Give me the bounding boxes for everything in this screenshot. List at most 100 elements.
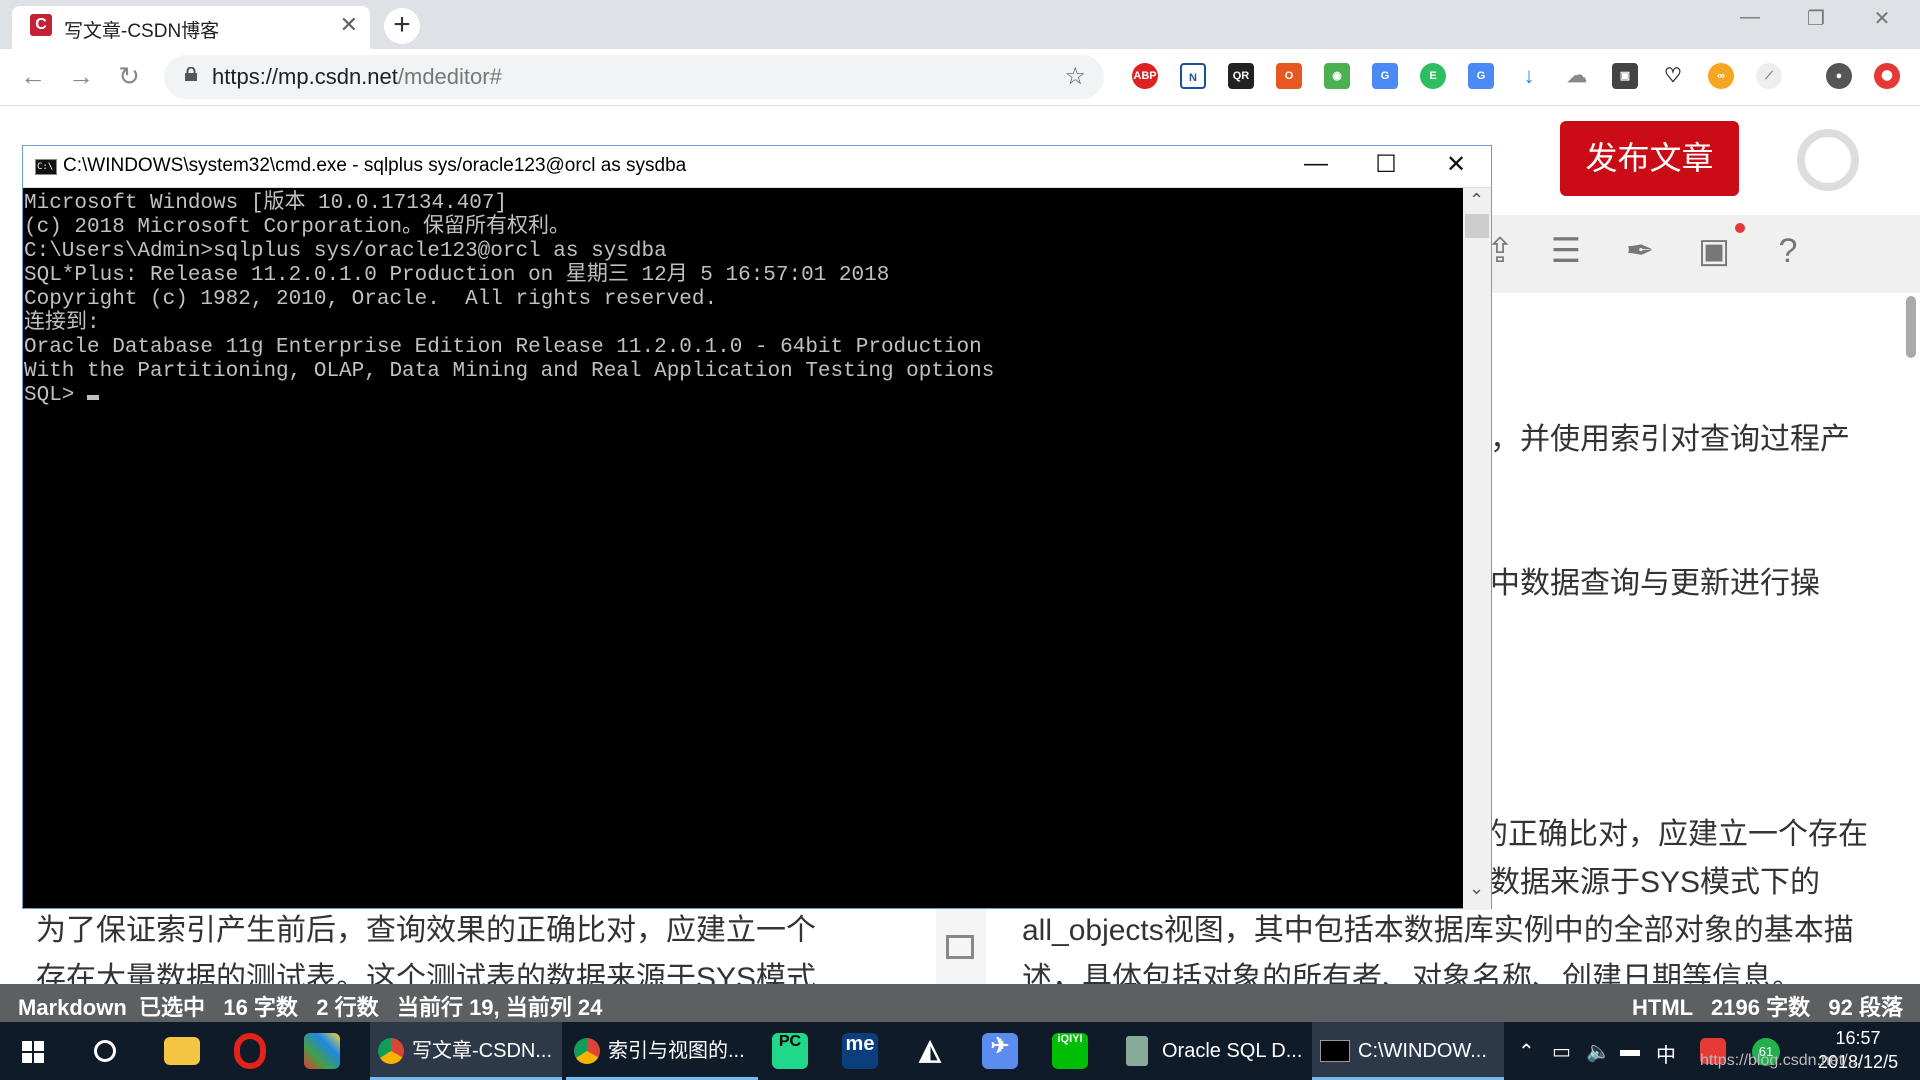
cmd-scrollbar[interactable]: ⌃ ⌄ (1463, 188, 1491, 910)
sql-prompt: SQL> (24, 384, 88, 407)
download-icon[interactable]: ↓ (1516, 63, 1542, 89)
taskbar-app-chrome-csdn[interactable]: 写文章-CSDN... (370, 1022, 562, 1080)
tray-overflow-chevron-icon[interactable]: ⌃ (1518, 1039, 1535, 1064)
editor-toolbar: ⇪ ☰ ✒ ▣ ? (1470, 215, 1920, 293)
help-icon[interactable]: ? (1766, 229, 1810, 273)
cmd-window[interactable]: C:\ C:\WINDOWS\system32\cmd.exe - sqlplu… (22, 145, 1492, 910)
unsaved-dot (1735, 223, 1745, 233)
new-tab-button[interactable]: + (384, 8, 420, 44)
forward-button[interactable]: → (64, 61, 98, 92)
extension-icon[interactable]: ⟋ (1756, 63, 1782, 89)
clock-time: 16:57 (1835, 1028, 1881, 1048)
scroll-down-arrow-icon[interactable]: ⌄ (1469, 878, 1484, 899)
onenote-clipper-icon[interactable]: N (1180, 63, 1206, 89)
preview-text-line: 数据来源于SYS模式下的 (1490, 866, 1821, 899)
screenshot-icon[interactable]: ▣ (1612, 63, 1638, 89)
cmd-taskbar-icon (1320, 1040, 1350, 1062)
address-bar[interactable]: https://mp.csdn.net/mdeditor# ☆ (164, 55, 1104, 99)
cmd-close-button[interactable]: ✕ (1421, 150, 1491, 179)
evernote-icon[interactable]: E (1420, 63, 1446, 89)
color-picker-icon[interactable]: ◉ (1324, 63, 1350, 89)
back-button[interactable]: ← (16, 61, 50, 92)
reload-button[interactable]: ↻ (112, 61, 146, 92)
google-translate-icon[interactable]: G (1372, 63, 1398, 89)
taskbar-app-label: 写文章-CSDN... (412, 1040, 552, 1062)
browser-tab-active[interactable]: C 写文章-CSDN博客 ✕ (12, 6, 370, 49)
volume-icon[interactable]: 🔈 (1586, 1039, 1611, 1064)
cmd-maximize-button[interactable]: ☐ (1351, 150, 1421, 179)
dingtalk-icon[interactable]: ✈ (982, 1033, 1018, 1069)
office-icon[interactable]: O (1276, 63, 1302, 89)
taskbar-app-label: C:\WINDOW... (1358, 1040, 1487, 1062)
url-text: https://mp.csdn.net/mdeditor# (212, 64, 502, 90)
status-right: HTML 2196 字数 92 段落 (1632, 995, 1904, 1020)
browser-minimize-button[interactable]: — (1720, 6, 1780, 29)
browser-tab-strip: C 写文章-CSDN博客 ✕ + — ❐ ✕ (0, 0, 1920, 49)
tab-title: 写文章-CSDN博客 (64, 21, 220, 42)
editor-side-toolbar (936, 905, 986, 985)
list-icon[interactable]: ☰ (1544, 229, 1588, 273)
browser-close-button[interactable]: ✕ (1852, 6, 1912, 31)
opera-icon[interactable] (234, 1033, 266, 1069)
csdn-logo-icon (1797, 129, 1859, 191)
console-line: SQL*Plus: Release 11.2.0.1.0 Production … (24, 264, 890, 287)
cmd-scroll-thumb[interactable] (1465, 214, 1489, 238)
bookmark-star-icon[interactable]: ☆ (1064, 62, 1086, 91)
cmd-titlebar[interactable]: C:\ C:\WINDOWS\system32\cmd.exe - sqlplu… (23, 146, 1491, 188)
console-output[interactable]: Microsoft Windows [版本 10.0.17134.407] (c)… (23, 188, 1463, 910)
console-line: C:\Users\Admin>sqlplus sys/oracle123@orc… (24, 240, 667, 263)
ime-indicator[interactable]: 中 (1656, 1039, 1676, 1068)
browser-toolbar: ← → ↻ https://mp.csdn.net/mdeditor# ☆ AB… (0, 49, 1920, 106)
chrome-icon (378, 1038, 404, 1064)
lock-icon (185, 67, 197, 81)
app-colorful-icon[interactable] (304, 1033, 340, 1069)
sql-developer-icon (1126, 1036, 1148, 1066)
console-line: Microsoft Windows [版本 10.0.17134.407] (24, 192, 508, 215)
profile-avatar-icon[interactable]: ● (1826, 63, 1852, 89)
publish-article-button[interactable]: 发布文章 (1560, 121, 1739, 196)
preview-text-line: all_objects视图，其中包括本数据库实例中的全部对象的基本描 (1022, 914, 1854, 947)
taskbar-app-label: 索引与视图的... (608, 1040, 745, 1062)
network-icon[interactable]: ▭ (1552, 1039, 1571, 1064)
taskbar-app-cmd[interactable]: C:\WINDOW... (1312, 1022, 1504, 1080)
cmd-minimize-button[interactable]: — (1281, 150, 1351, 178)
unity-icon[interactable]: ◭ (912, 1033, 948, 1069)
console-line: With the Partitioning, OLAP, Data Mining… (24, 360, 995, 383)
preview-text-line: 中数据查询与更新进行操 (1490, 567, 1820, 600)
browser-restore-button[interactable]: ❐ (1786, 6, 1846, 31)
cortana-search-icon[interactable] (94, 1040, 116, 1062)
save-icon[interactable]: ▣ (1692, 229, 1736, 273)
console-line: Copyright (c) 1982, 2010, Oracle. All ri… (24, 288, 718, 311)
windows-start-icon[interactable] (22, 1041, 44, 1063)
battery-icon[interactable]: ▬ (1620, 1039, 1640, 1062)
page-scrollbar[interactable] (1906, 296, 1916, 358)
taskbar-app-oracle-sql-developer[interactable]: Oracle SQL D... (1116, 1022, 1308, 1080)
preview-text-line: ，并使用索引对查询过程产 (1490, 423, 1850, 456)
console-line: Oracle Database 11g Enterprise Edition R… (24, 336, 982, 359)
csdn-favicon-icon: C (30, 14, 52, 36)
chrome-icon (574, 1038, 600, 1064)
cmd-app-icon: C:\ (35, 159, 57, 175)
taskbar-app-chrome-index[interactable]: 索引与视图的... (566, 1022, 758, 1080)
url-path: /mdeditor# (397, 64, 502, 89)
preview-toggle-icon[interactable] (946, 935, 974, 959)
cmd-window-title: C:\WINDOWS\system32\cmd.exe - sqlplus sy… (63, 155, 687, 176)
text-cursor (87, 395, 100, 400)
pycharm-icon[interactable]: PC (772, 1033, 808, 1069)
translate-icon[interactable]: G (1468, 63, 1494, 89)
adblock-plus-icon[interactable]: ABP (1132, 63, 1158, 89)
qr-code-icon[interactable]: QR (1228, 63, 1254, 89)
bookmark-icon[interactable]: ♡ (1660, 63, 1686, 89)
browser-menu-icon[interactable]: ⬤ (1874, 63, 1900, 89)
file-explorer-icon[interactable] (164, 1037, 200, 1065)
editor-text-line[interactable]: 为了保证索引产生前后，查询效果的正确比对，应建立一个 (36, 905, 816, 949)
cloud-icon[interactable]: ☁ (1564, 63, 1590, 89)
taskbar-app-label: Oracle SQL D... (1162, 1040, 1303, 1062)
sql-prompt-line[interactable]: SQL> (24, 384, 1463, 408)
me-app-icon[interactable]: me (842, 1033, 878, 1069)
infinity-icon[interactable]: ∞ (1708, 63, 1734, 89)
scroll-up-arrow-icon[interactable]: ⌃ (1469, 190, 1484, 211)
feather-add-icon[interactable]: ✒ (1618, 229, 1662, 273)
tab-close-icon[interactable]: ✕ (340, 12, 358, 38)
iqiyi-icon[interactable]: iQIYI (1052, 1033, 1088, 1069)
